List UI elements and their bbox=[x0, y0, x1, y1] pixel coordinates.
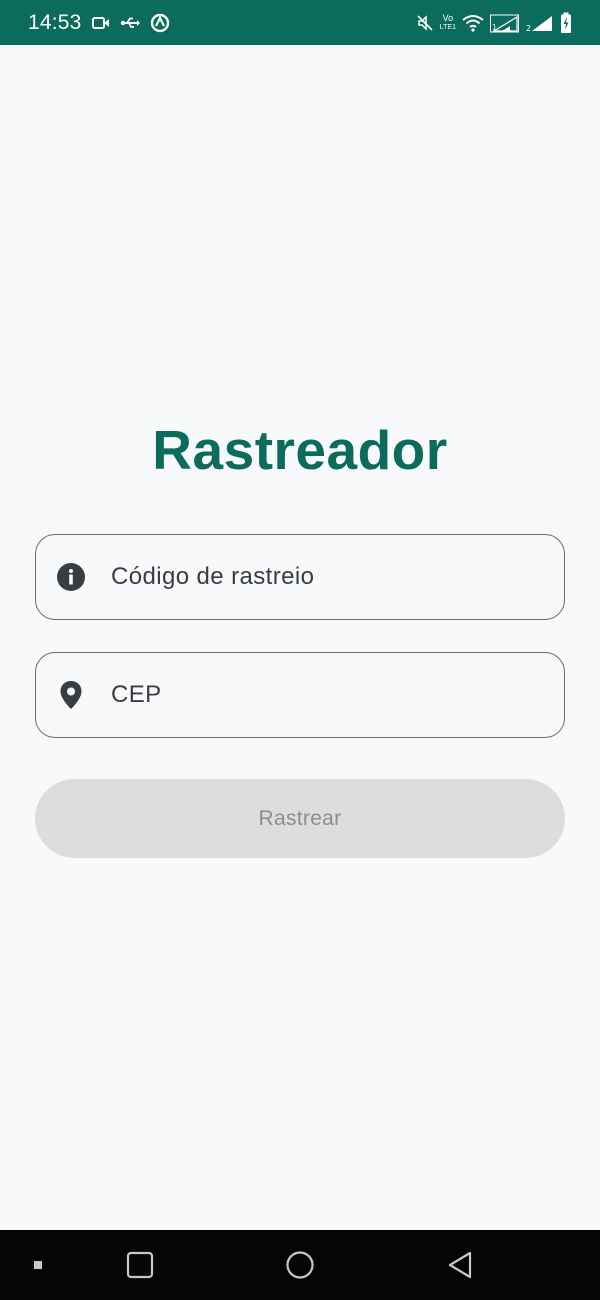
signal-sim1-icon: 1 bbox=[490, 13, 520, 33]
status-left: 14:53 bbox=[28, 11, 170, 35]
sync-icon bbox=[150, 13, 170, 33]
volte-icon: Vo LTE1 bbox=[439, 12, 456, 32]
usb-icon bbox=[120, 16, 140, 30]
tracking-code-input[interactable] bbox=[111, 535, 544, 619]
status-time: 14:53 bbox=[28, 10, 82, 34]
zip-code-input[interactable] bbox=[111, 653, 544, 737]
back-triangle-icon[interactable] bbox=[446, 1250, 474, 1280]
navigation-bar bbox=[0, 1230, 600, 1300]
app-title: Rastreador bbox=[152, 419, 448, 481]
status-bar: 14:53 Vo LTE1 1 2 bbox=[0, 0, 600, 45]
location-pin-icon bbox=[56, 680, 86, 710]
video-camera-icon bbox=[91, 16, 110, 30]
status-right: Vo LTE1 1 2 bbox=[416, 12, 572, 34]
volte-top-label: Vo bbox=[442, 12, 454, 23]
battery-charging-icon bbox=[560, 12, 572, 34]
menu-dot-icon[interactable] bbox=[33, 1260, 43, 1270]
zip-code-field[interactable] bbox=[35, 652, 565, 738]
volte-bottom-label: LTE1 bbox=[439, 23, 456, 31]
svg-text:1: 1 bbox=[492, 23, 497, 32]
mute-icon bbox=[416, 14, 434, 32]
signal-sim2-icon: 2 bbox=[526, 13, 554, 33]
info-icon bbox=[56, 562, 86, 592]
home-circle-icon[interactable] bbox=[285, 1250, 315, 1280]
recents-square-icon[interactable] bbox=[126, 1251, 154, 1279]
app-screen: 14:53 Vo LTE1 1 2 Rastreador Código de r… bbox=[0, 0, 600, 1300]
tracking-code-field[interactable] bbox=[35, 534, 565, 620]
track-button[interactable]: Rastrear bbox=[35, 779, 565, 858]
svg-text:2: 2 bbox=[526, 24, 531, 33]
wifi-icon bbox=[462, 14, 484, 32]
